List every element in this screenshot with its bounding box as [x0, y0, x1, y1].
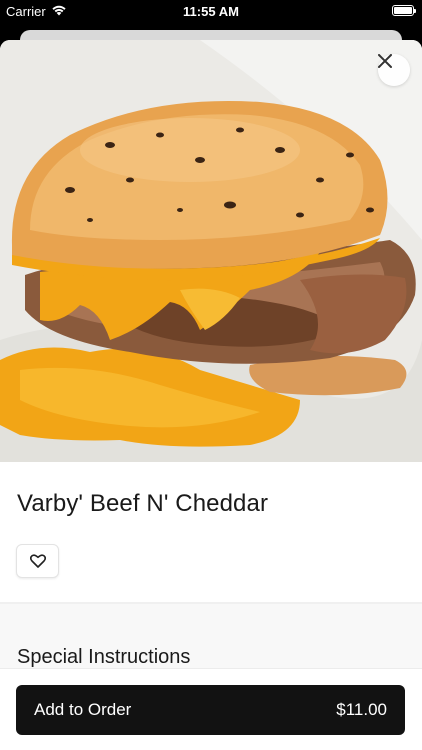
add-to-order-button[interactable]: Add to Order $11.00: [16, 685, 405, 735]
item-detail-sheet: Varby' Beef N' Cheddar Special Instructi…: [0, 40, 422, 750]
item-photo: [0, 40, 422, 462]
close-icon: [378, 54, 392, 68]
heart-icon: [29, 554, 46, 568]
special-instructions-title: Special Instructions: [17, 646, 191, 668]
item-title: Varby' Beef N' Cheddar: [17, 490, 269, 517]
status-time: 11:55 AM: [183, 4, 239, 19]
close-button[interactable]: [378, 54, 410, 86]
status-bar: Carrier 11:55 AM: [0, 0, 422, 22]
order-price: $11.00: [336, 700, 387, 719]
sandwich-illustration: [0, 40, 422, 462]
battery-icon: [392, 5, 416, 16]
favorite-button[interactable]: [16, 544, 59, 578]
add-to-order-label: Add to Order: [34, 700, 132, 719]
bottom-action-bar: Add to Order $11.00: [0, 668, 422, 750]
